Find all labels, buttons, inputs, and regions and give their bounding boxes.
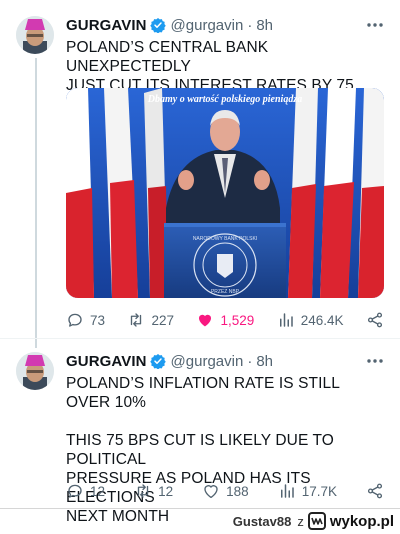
reply-button[interactable]: 12 — [66, 482, 105, 500]
emblem-bottom-text: PRZEZ NBP — [211, 289, 240, 295]
like-count: 1,529 — [220, 312, 255, 328]
tweet-header: GURGAVIN @gurgavin · 8h — [66, 16, 273, 34]
thread-connector-line — [35, 58, 37, 348]
separator-dot: · — [247, 352, 253, 370]
timestamp[interactable]: 8h — [256, 353, 273, 370]
watermark-z: z — [297, 513, 304, 529]
like-icon — [204, 485, 218, 499]
like-button[interactable]: 1,529 — [196, 311, 254, 329]
watermark-brand: wykop.pl — [329, 512, 394, 530]
share-button[interactable] — [366, 311, 384, 329]
wykop-watermark[interactable]: Gustav88 z wykop.pl — [233, 512, 394, 530]
author-name[interactable]: GURGAVIN — [66, 353, 147, 370]
timestamp[interactable]: 8h — [256, 17, 273, 34]
verified-badge-icon — [149, 17, 166, 34]
like-count: 188 — [226, 483, 249, 499]
footer-divider — [0, 508, 400, 509]
retweet-icon — [137, 484, 149, 498]
retweet-button[interactable]: 227 — [127, 311, 174, 329]
avatar[interactable] — [16, 16, 54, 54]
reply-count: 73 — [90, 312, 106, 328]
separator-dot: · — [247, 16, 253, 34]
tweet-photo[interactable]: Dbamy o wartość polskiego pieniądza NARO… — [66, 88, 384, 298]
banner-text: Dbamy o wartość polskiego pieniądza — [147, 94, 302, 105]
retweet-count: 227 — [151, 312, 175, 328]
views-button[interactable]: 246.4K — [277, 311, 344, 329]
views-icon — [279, 313, 293, 327]
share-icon — [367, 312, 383, 328]
tweet-actions: 12 12 188 17.7K — [66, 481, 384, 501]
views-count: 246.4K — [300, 312, 344, 328]
avatar[interactable] — [16, 352, 54, 390]
share-icon — [367, 483, 383, 499]
reply-icon — [68, 484, 82, 498]
more-icon[interactable] — [366, 352, 384, 370]
watermark-user: Gustav88 — [232, 513, 292, 529]
retweet-button[interactable]: 12 — [134, 482, 173, 500]
wykop-logo-icon — [307, 512, 326, 530]
views-count: 17.7K — [301, 483, 337, 499]
emblem-text: NARODOWY BANK POLSKI — [193, 236, 257, 242]
like-button[interactable]: 188 — [202, 482, 249, 500]
views-icon — [280, 484, 294, 498]
more-icon[interactable] — [366, 16, 384, 34]
author-name[interactable]: GURGAVIN — [66, 17, 147, 34]
views-button[interactable]: 17.7K — [278, 482, 337, 500]
retweet-icon — [131, 313, 142, 327]
share-button[interactable] — [366, 482, 384, 500]
reply-button[interactable]: 73 — [66, 311, 105, 329]
verified-badge-icon — [149, 353, 166, 370]
tweet-header: GURGAVIN @gurgavin · 8h — [66, 352, 273, 370]
tweet-text: POLAND’S INFLATION RATE IS STILL OVER 10… — [66, 375, 340, 525]
author-handle[interactable]: @gurgavin — [171, 353, 244, 370]
like-icon — [199, 314, 212, 327]
reply-count: 12 — [90, 483, 106, 499]
retweet-count: 12 — [158, 483, 174, 499]
reply-icon — [68, 313, 82, 327]
tweet-divider — [0, 338, 400, 339]
author-handle[interactable]: @gurgavin — [171, 17, 244, 34]
tweet-actions: 73 227 1,529 246.4K — [66, 310, 384, 330]
